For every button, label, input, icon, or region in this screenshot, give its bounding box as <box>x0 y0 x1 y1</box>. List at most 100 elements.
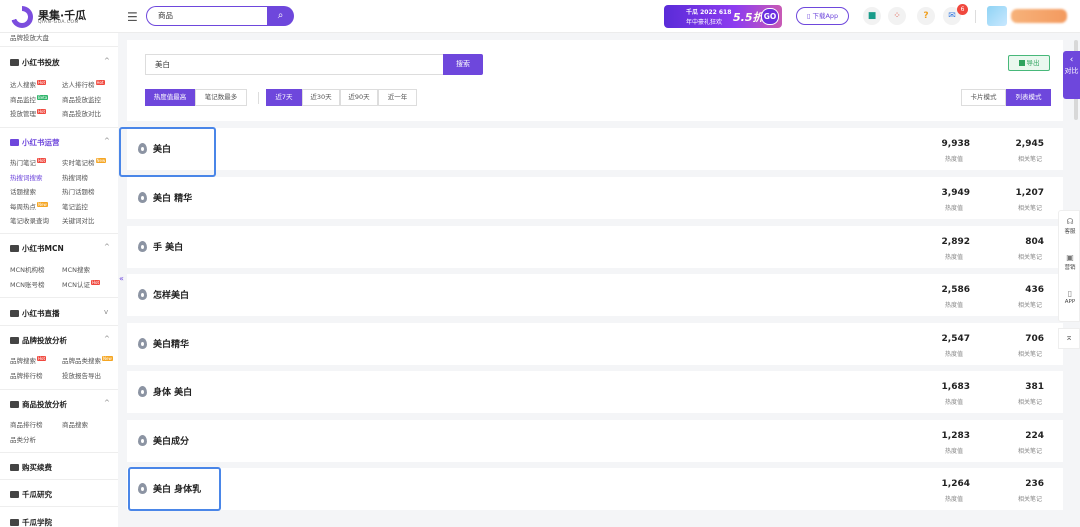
menu-toggle-icon[interactable]: ☰ <box>127 10 138 24</box>
sidebar-item-brand-category-search[interactable]: 品牌品类搜索 New <box>62 355 113 365</box>
sidebar-item-hot-topic-rank[interactable]: 热门话题榜 <box>62 186 95 196</box>
compare-tab[interactable]: ‹ 对比 <box>1063 51 1080 99</box>
notes-label: 相关笔记 <box>1017 156 1042 163</box>
app-button[interactable]: ▯ APP <box>1059 289 1080 305</box>
notes-value: 436 <box>1025 285 1044 295</box>
sidebar-item-ad-report-export[interactable]: 投放报告导出 <box>62 370 101 380</box>
notes-label: 相关笔记 <box>1017 351 1042 358</box>
range-90d[interactable]: 近90天 <box>340 89 378 106</box>
keyword-search-input[interactable]: 美白 <box>145 54 443 75</box>
sidebar-item-goods-ad-compare[interactable]: 商品投放对比 <box>62 108 101 118</box>
briefcase-icon[interactable]: ■ <box>863 7 881 25</box>
range-7d[interactable]: 近7天 <box>266 89 302 106</box>
sidebar-section-goods-analysis[interactable]: 商品投放分析 <box>10 399 67 410</box>
sidebar-collapse-icon[interactable]: « <box>119 274 124 283</box>
sidebar-item-topic-search[interactable]: 话题搜索 <box>10 186 36 196</box>
apps-grid-icon[interactable]: ⁘ <box>888 7 906 25</box>
sidebar-section-xhs-ads[interactable]: 小红书投放 <box>10 57 60 68</box>
sidebar-item-brand-search[interactable]: 品牌搜索 Hot <box>10 355 47 365</box>
user-name-blurred[interactable] <box>1011 9 1067 23</box>
sidebar-item-hot-word-search[interactable]: 热搜词搜索 <box>10 172 43 182</box>
sidebar-item-mcn-account-rank[interactable]: MCN账号榜 <box>10 279 45 289</box>
sidebar-item-goods-search[interactable]: 商品搜索 <box>62 419 88 429</box>
chevron-up-icon[interactable]: ^ <box>104 57 110 65</box>
list-item[interactable]: 手 美白 2,892 热度值 804 相关笔记 <box>127 226 1063 268</box>
chevron-left-icon: ‹ <box>1069 55 1074 65</box>
list-item[interactable]: 怎样美白 2,586 热度值 436 相关笔记 <box>127 274 1063 316</box>
marketing-button[interactable]: ▣ 营销 <box>1059 253 1080 271</box>
promo-go-button[interactable]: GO <box>761 8 779 25</box>
sort-by-notes[interactable]: 笔记数最多 <box>195 89 247 106</box>
sidebar-item-keyword-compare[interactable]: 关键词对比 <box>62 215 95 225</box>
hot-tag: Hot <box>37 80 47 85</box>
graduation-cap-icon <box>10 519 19 526</box>
sidebar-divider <box>0 325 118 326</box>
sidebar-section-xhs-ops[interactable]: 小红书运营 <box>10 137 60 148</box>
avatar[interactable] <box>987 6 1007 26</box>
back-to-top-icon[interactable]: ⌅ <box>1058 328 1080 349</box>
search-icon[interactable]: ⌕ <box>267 6 294 26</box>
view-card-mode[interactable]: 卡片模式 <box>961 89 1006 106</box>
sidebar-item-note-monitor[interactable]: 笔记监控 <box>62 201 88 211</box>
search-button[interactable]: 搜索 <box>443 54 483 75</box>
list-item[interactable]: 美白精华 2,547 热度值 706 相关笔记 <box>127 323 1063 365</box>
sidebar-item-kol-search[interactable]: 达人搜索 Hot <box>10 79 47 89</box>
sidebar-item-brand-overview[interactable]: 品牌投放大盘 <box>10 33 49 42</box>
sidebar-section-mcn[interactable]: 小红书MCN <box>10 243 64 254</box>
sidebar-item-hot-notes[interactable]: 热门笔记 Hot <box>10 157 47 167</box>
bag-icon <box>10 337 19 344</box>
download-app-button[interactable]: ▯ 下载App <box>796 7 849 25</box>
logo-icon[interactable] <box>11 6 33 28</box>
sidebar-item-category-analysis[interactable]: 品类分析 <box>10 434 36 444</box>
drop-icon <box>138 338 147 349</box>
sidebar-item-goods-rank[interactable]: 商品排行榜 <box>10 419 43 429</box>
keyword-text[interactable]: 怎样美白 <box>153 288 189 301</box>
export-button[interactable]: 导出 <box>1008 55 1050 71</box>
sidebar-item-goods-monitor[interactable]: 商品监控 Beta <box>10 94 49 104</box>
help-icon[interactable]: ? <box>917 7 935 25</box>
sidebar-item-hot-word-rank[interactable]: 热搜词榜 <box>62 172 88 182</box>
list-item[interactable]: 美白 9,938 热度值 2,945 相关笔记 <box>127 128 1063 170</box>
sidebar-item-mcn-org-rank[interactable]: MCN机构榜 <box>10 264 45 274</box>
keyword-text[interactable]: 美白精华 <box>153 337 189 350</box>
sidebar-item-realtime-notes[interactable]: 实时笔记榜 New <box>62 157 107 167</box>
sort-by-heat[interactable]: 热度值最高 <box>145 89 195 106</box>
chevron-down-icon[interactable]: v <box>104 308 108 316</box>
sidebar-item-weekly-hot[interactable]: 每周热点 New <box>10 201 48 211</box>
keyword-text[interactable]: 美白成分 <box>153 434 189 447</box>
range-30d[interactable]: 近30天 <box>302 89 340 106</box>
heat-value: 3,949 <box>941 188 970 198</box>
view-list-mode[interactable]: 列表模式 <box>1006 89 1051 106</box>
keyword-text[interactable]: 美白 精华 <box>153 191 192 204</box>
list-item[interactable]: 美白成分 1,283 热度值 224 相关笔记 <box>127 420 1063 462</box>
chevron-up-icon[interactable]: ^ <box>104 243 110 251</box>
heat-label: 热度值 <box>944 254 963 261</box>
sidebar-section-research[interactable]: 千瓜研究 <box>10 489 52 500</box>
heat-label: 热度值 <box>944 399 963 406</box>
sidebar-section-brand-analysis[interactable]: 品牌投放分析 <box>10 335 67 346</box>
list-item[interactable]: 身体 美白 1,683 热度值 381 相关笔记 <box>127 371 1063 413</box>
sidebar-item-mcn-search[interactable]: MCN搜索 <box>62 264 90 274</box>
sidebar-section-academy[interactable]: 千瓜学院 <box>10 517 52 527</box>
sidebar-section-live[interactable]: 小红书直播 <box>10 308 60 319</box>
sidebar-item-ad-manage[interactable]: 投放管理 Hot <box>10 108 47 118</box>
sidebar-item-goods-ad-monitor[interactable]: 商品投放监控 <box>62 94 101 104</box>
sidebar-section-renew[interactable]: 购买续费 <box>10 462 52 473</box>
range-1y[interactable]: 近一年 <box>378 89 417 106</box>
sidebar-item-mcn-cert[interactable]: MCN认证 Hot <box>62 279 101 289</box>
keyword-text[interactable]: 手 美白 <box>153 240 183 253</box>
sidebar-item-kol-rank[interactable]: 达人排行榜 Hot <box>62 79 105 89</box>
sidebar-item-note-index[interactable]: 笔记收录查询 <box>10 215 49 225</box>
chevron-up-icon[interactable]: ^ <box>104 137 110 145</box>
promo-banner[interactable]: 千瓜 2022 618 年中豪礼狂欢 5.5折 GO <box>664 5 782 28</box>
list-item[interactable]: 美白 精华 3,949 热度值 1,207 相关笔记 <box>127 177 1063 219</box>
keyword-text[interactable]: 身体 美白 <box>153 385 192 398</box>
sidebar: 品牌投放大盘 小红书投放 ^ 达人搜索 Hot 达人排行榜 Hot 商品监控 Beta… <box>0 33 118 527</box>
list-item[interactable]: 美白 身体乳 1,264 热度值 236 相关笔记 <box>127 468 1063 510</box>
beta-tag: Beta <box>37 95 49 100</box>
global-search-input[interactable]: 商品 <box>146 6 268 26</box>
chevron-up-icon[interactable]: ^ <box>104 335 110 343</box>
service-button[interactable]: ☊ 客服 <box>1059 217 1080 235</box>
sidebar-item-brand-rank[interactable]: 品牌排行榜 <box>10 370 43 380</box>
chevron-up-icon[interactable]: ^ <box>104 399 110 407</box>
